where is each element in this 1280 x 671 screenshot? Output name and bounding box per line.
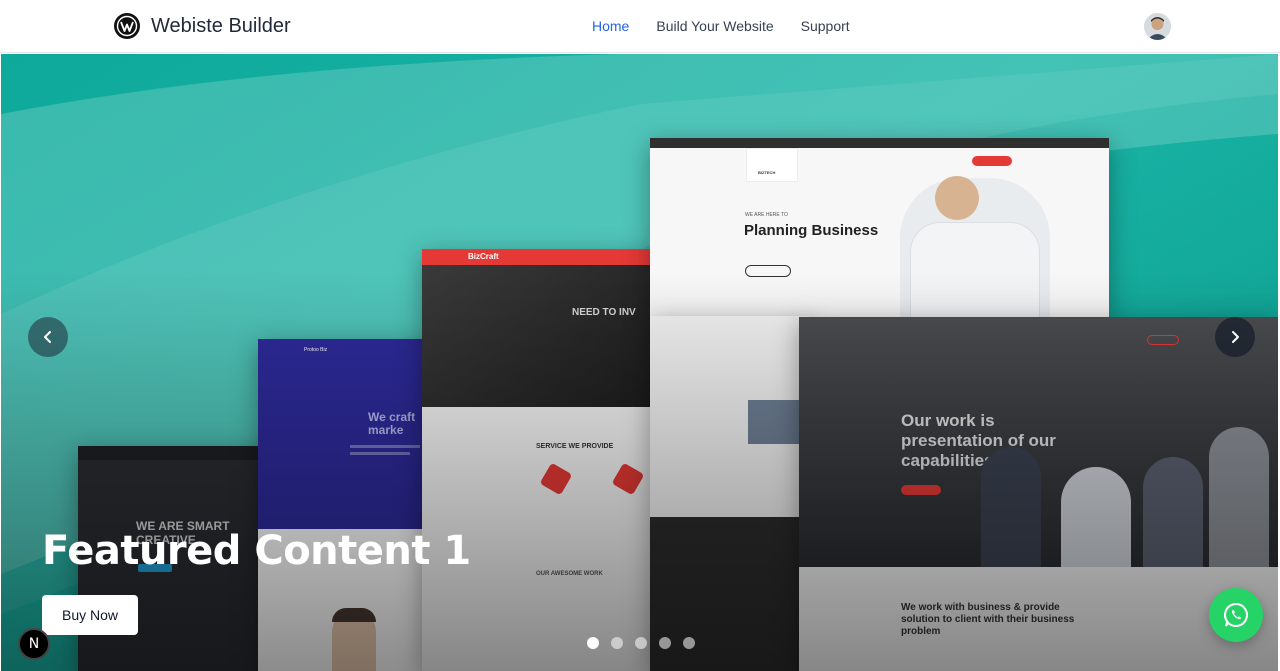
whatsapp-chat-button[interactable] (1209, 588, 1263, 642)
planning-preview-eyebrow: WE ARE HERE TO (745, 212, 788, 218)
bizcraft-preview-service: SERVICE WE PROVIDE (536, 443, 614, 450)
buy-now-button[interactable]: Buy Now (42, 595, 138, 635)
carousel-dot-3[interactable] (635, 637, 647, 649)
work-preview-footer: We work with business & provide solution… (901, 602, 1075, 637)
blue-preview-brand: Protoo Biz (304, 347, 328, 353)
user-avatar[interactable] (1144, 13, 1171, 40)
template-preview-bizcraft: BizCraft NEED TO INV SERVICE WE PROVIDE … (422, 249, 662, 671)
brand-name: Webiste Builder (151, 14, 291, 37)
carousel-prev-button[interactable] (28, 317, 68, 357)
site-header: Webiste Builder Home Build Your Website … (0, 0, 1280, 53)
main-nav: Home Build Your Website Support (592, 18, 850, 34)
bizcraft-preview-headline: NEED TO INV (572, 307, 636, 318)
carousel-dot-5[interactable] (683, 637, 695, 649)
carousel-dot-4[interactable] (659, 637, 671, 649)
carousel-next-button[interactable] (1215, 317, 1255, 357)
work-preview-line2: presentation of our (901, 431, 1056, 450)
template-preview-our-work: Our work is presentation of our capabili… (799, 317, 1278, 671)
nav-home[interactable]: Home (592, 18, 629, 34)
nav-support[interactable]: Support (801, 18, 850, 34)
whatsapp-icon (1224, 602, 1248, 627)
carousel-dot-2[interactable] (611, 637, 623, 649)
chevron-right-icon (1232, 331, 1239, 343)
template-preview-middle (650, 316, 810, 671)
planning-preview-brand: BIZTECH (758, 170, 776, 175)
template-preview-planning: BIZTECH WE ARE HERE TO Planning Business (650, 138, 1109, 318)
carousel-dot-1[interactable] (587, 637, 599, 649)
bizcraft-preview-work: OUR AWESOME WORK (536, 571, 603, 577)
nav-build-your-website[interactable]: Build Your Website (656, 18, 773, 34)
work-preview-line1: Our work is (901, 411, 995, 430)
bizcraft-preview-brand: BizCraft (468, 252, 499, 261)
hero-carousel: WE ARE SMART CREATIVE Protoo Biz We craf… (1, 54, 1278, 671)
nextjs-dev-indicator[interactable]: N (18, 628, 50, 660)
brand[interactable]: Webiste Builder (114, 13, 291, 39)
planning-preview-heading: Planning Business (744, 222, 879, 239)
blue-preview-headline: We craft marke (368, 410, 416, 437)
chevron-left-icon (44, 331, 51, 343)
slide-title: Featured Content 1 (42, 528, 471, 574)
carousel-indicators (587, 637, 695, 649)
wordpress-icon (114, 13, 140, 39)
